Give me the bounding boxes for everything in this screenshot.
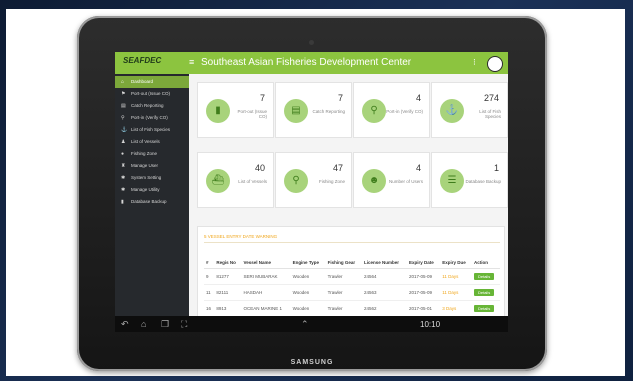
ship-icon: ♟ [121, 139, 126, 145]
details-button[interactable]: Details [473, 273, 495, 280]
stat-card-users[interactable]: ☻ 4 Number of Users [353, 152, 430, 208]
catch-report-icon: ▤ [284, 99, 308, 123]
sidebar-item-dashboard[interactable]: ⌂ Dashboard [115, 76, 189, 88]
col-header-expiry-due: Expiry Due [440, 257, 472, 269]
stat-value: 7 [337, 93, 343, 103]
details-button[interactable]: Details [473, 305, 495, 312]
user-icon: ♜ [121, 163, 126, 169]
stat-label: Port-in (Verify CO) [386, 109, 423, 114]
app-header: SEAFDEC ≡ Southeast Asian Fisheries Deve… [115, 52, 508, 74]
device-brand: SAMSUNG [290, 359, 334, 366]
more-menu-icon[interactable]: ⁝ [473, 57, 476, 68]
sidebar-item-manage-utility[interactable]: ✱ Manage Utility [115, 184, 189, 196]
stat-label: Catch Reporting [312, 109, 345, 114]
stat-value: 274 [483, 93, 499, 103]
stat-label: List of Vessels [238, 179, 267, 184]
users-icon: ☻ [362, 169, 386, 193]
stat-card-port-out[interactable]: ▮ 7 Port-out (Issue CO) [197, 82, 274, 138]
stat-label: List of Fish Species [479, 109, 501, 119]
sidebar-item-catch-reporting[interactable]: ▤ Catch Reporting [115, 100, 189, 112]
col-header-license-number: License Number [362, 257, 408, 269]
expiry-due: 11 Days [440, 268, 472, 285]
stat-value: 1 [493, 163, 499, 173]
stat-value: 47 [332, 163, 343, 173]
fish-icon: ⚓ [121, 127, 128, 133]
location-pin-icon: ⚲ [284, 169, 308, 193]
screenshot-icon[interactable]: ⛶ [181, 319, 187, 330]
app-screen: SEAFDEC ≡ Southeast Asian Fisheries Deve… [115, 52, 508, 332]
col-header-engine-type: Engine Type [290, 257, 326, 269]
stat-value: 40 [254, 163, 265, 173]
dashboard-main: ▮ 7 Port-out (Issue CO) ▤ 7 Catch Report… [189, 74, 508, 332]
app-logo: SEAFDEC [123, 56, 162, 65]
stat-card-fish-species[interactable]: ⚓ 274 List of Fish Species [431, 82, 508, 138]
panel-divider [204, 242, 500, 243]
port-icon: ⚑ [121, 91, 126, 97]
col-header-fishing-gear: Fishing Gear [325, 257, 363, 269]
sidebar-item-port-in[interactable]: ⚲ Port-in (Verify CO) [115, 112, 189, 124]
port-out-icon: ▮ [206, 99, 230, 123]
report-icon: ▤ [121, 103, 126, 109]
settings-icon: ✱ [121, 175, 126, 181]
table-header-row: # Regis No Vessel Name Engine Type Fishi… [204, 257, 500, 269]
vessel-table: # Regis No Vessel Name Engine Type Fishi… [204, 257, 500, 317]
details-button[interactable]: Details [473, 289, 495, 296]
col-header-expiry-date: Expiry Date [407, 257, 441, 269]
home-icon[interactable]: ⌂ [141, 319, 146, 329]
app-title: Southeast Asian Fisheries Development Ce… [201, 57, 412, 68]
stat-label: Port-out (Issue CO) [237, 109, 267, 119]
database-icon: ▮ [121, 199, 124, 205]
col-header-number: # [204, 257, 215, 269]
stat-label: Fishing Zone [318, 179, 345, 184]
chevron-up-icon[interactable]: ⌃ [301, 319, 309, 330]
sidebar-item-manage-user[interactable]: ♜ Manage User [115, 160, 189, 172]
verify-key-icon: ⚲ [362, 99, 386, 123]
sidebar-item-fishing-zone[interactable]: ● Fishing Zone [115, 148, 189, 160]
table-row: 11 82111 HASDAH Wooden Trawler 24563 201… [204, 284, 500, 301]
camera-lens [309, 40, 314, 45]
status-clock: 10:10 [420, 320, 441, 329]
stat-card-port-in[interactable]: ⚲ 4 Port-in (Verify CO) [353, 82, 430, 138]
recent-apps-icon[interactable]: ❐ [161, 319, 169, 330]
sidebar-item-vessels[interactable]: ♟ List of Vessels [115, 136, 189, 148]
col-header-vessel-name: Vessel Name [241, 257, 291, 269]
back-icon[interactable]: ↶ [121, 319, 129, 330]
stat-label: Database Backup [465, 179, 501, 184]
stat-value: 7 [259, 93, 265, 103]
database-icon: ☰ [440, 169, 464, 193]
stat-value: 4 [415, 93, 421, 103]
expiry-due: 3 Days [440, 300, 472, 317]
col-header-action: Action [471, 257, 500, 269]
stat-value: 4 [415, 163, 421, 173]
home-icon: ⌂ [121, 79, 125, 85]
sidebar-item-port-out[interactable]: ⚑ Port-out (Issue CO) [115, 88, 189, 100]
user-avatar[interactable] [487, 56, 503, 72]
stat-label: Number of Users [388, 179, 423, 184]
utility-icon: ✱ [121, 187, 126, 193]
stat-card-fishing-zone[interactable]: ⚲ 47 Fishing Zone [275, 152, 352, 208]
panel-title: 5 VESSEL ENTRY DATE WARNING [204, 234, 278, 239]
col-header-regis-no: Regis No [214, 257, 242, 269]
stat-card-database-backup[interactable]: ☰ 1 Database Backup [431, 152, 508, 208]
verify-icon: ⚲ [121, 115, 125, 121]
anchor-icon: ⚓ [440, 99, 464, 123]
android-nav-bar: ↶ ⌂ ❐ ⛶ ⌃ 10:10 [115, 316, 508, 332]
hamburger-menu-icon[interactable]: ≡ [189, 57, 194, 67]
stat-card-catch-reporting[interactable]: ▤ 7 Catch Reporting [275, 82, 352, 138]
table-row: 16 8913 OCEAN MARINE 1 Wooden Trawler 24… [204, 300, 500, 317]
sidebar: ⌂ Dashboard ⚑ Port-out (Issue CO) ▤ Catc… [115, 74, 189, 332]
stat-card-vessels[interactable]: ⛴ 40 List of Vessels [197, 152, 274, 208]
sidebar-item-fish-species[interactable]: ⚓ List of Fish Species [115, 124, 189, 136]
table-row: 9 81277 SERI MUBARAK Wooden Trawler 2456… [204, 268, 500, 285]
sidebar-item-database-backup[interactable]: ▮ Database Backup [115, 196, 189, 208]
vessel-icon: ⛴ [206, 169, 230, 193]
sidebar-item-system-setting[interactable]: ✱ System Setting [115, 172, 189, 184]
zone-icon: ● [121, 151, 125, 157]
expiry-due: 11 Days [440, 284, 472, 301]
